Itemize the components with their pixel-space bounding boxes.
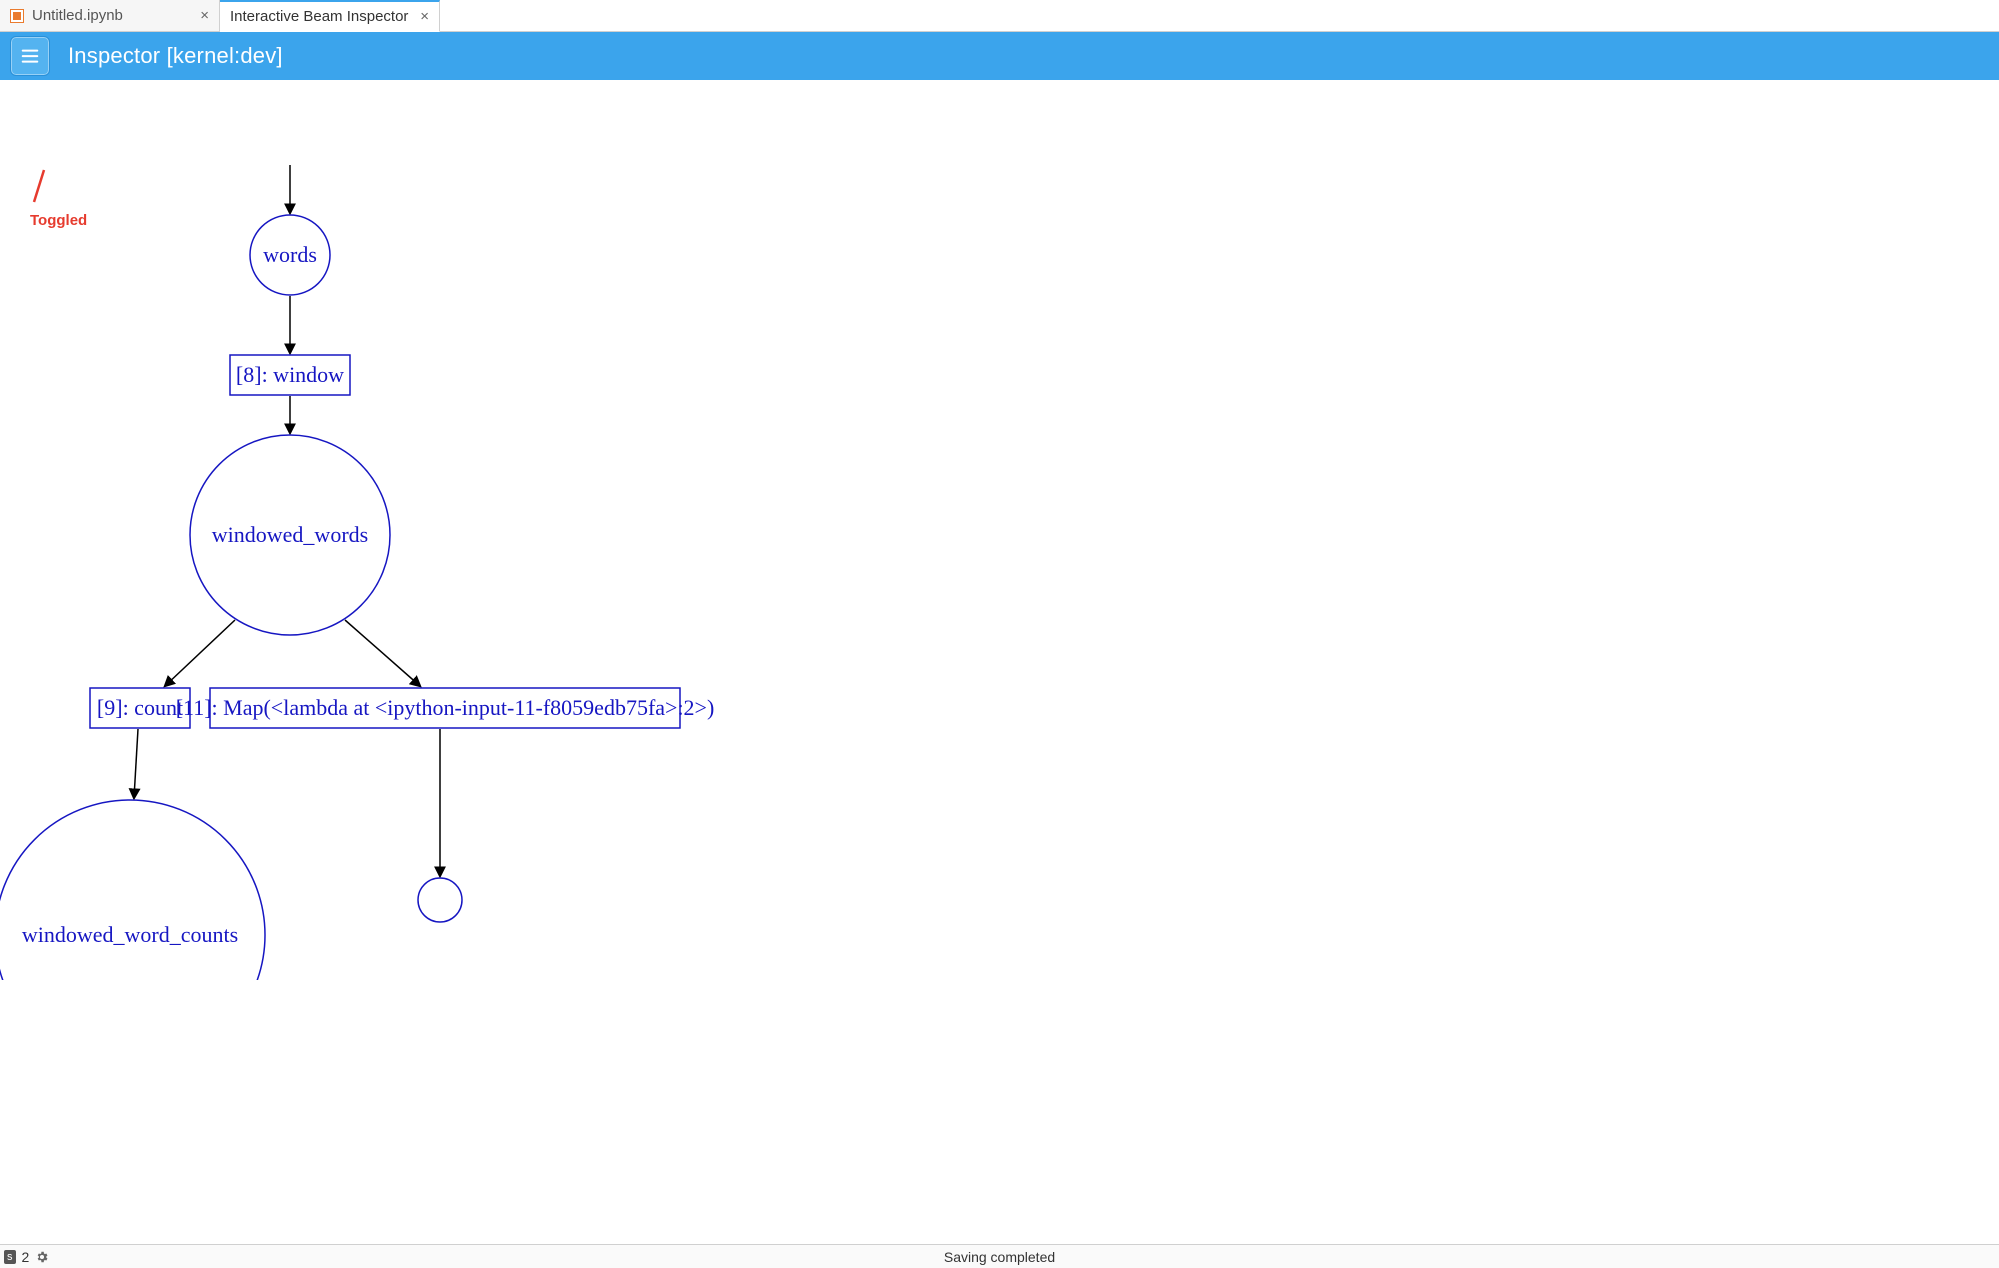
tab-untitled[interactable]: Untitled.ipynb × xyxy=(0,0,220,31)
graph-node-small[interactable] xyxy=(418,878,462,922)
status-bar: s 2 Saving completed xyxy=(0,1244,1999,1268)
graph-node-label: words xyxy=(263,242,317,267)
status-left: s 2 xyxy=(0,1249,49,1265)
hamburger-button[interactable] xyxy=(10,36,50,76)
graph-node-wwcounts[interactable]: windowed_word_counts xyxy=(0,800,265,980)
toolbar-title: Inspector [kernel:dev] xyxy=(68,43,283,69)
close-icon[interactable]: × xyxy=(190,8,209,23)
status-count: 2 xyxy=(22,1249,30,1265)
settings-icon[interactable] xyxy=(35,1250,49,1264)
close-icon[interactable]: × xyxy=(410,9,429,24)
tab-inspector[interactable]: Interactive Beam Inspector × xyxy=(220,0,440,32)
graph-node-label: [11]: Map(<lambda at <ipython-input-11-f… xyxy=(176,695,715,720)
menu-icon xyxy=(19,45,41,67)
graph-node-label: windowed_word_counts xyxy=(22,922,238,947)
tab-strip: Untitled.ipynb × Interactive Beam Inspec… xyxy=(0,0,1999,32)
inspector-toolbar: Inspector [kernel:dev] xyxy=(0,32,1999,80)
tab-label: Interactive Beam Inspector xyxy=(230,8,408,25)
graph-node-windowed_words[interactable]: windowed_words xyxy=(190,435,390,635)
graph-canvas[interactable]: Toggled words[8]: windowwindowed_words[9… xyxy=(0,80,1999,1244)
graph-node-words[interactable]: words xyxy=(250,215,330,295)
status-message: Saving completed xyxy=(944,1249,1055,1265)
graph-node-window[interactable]: [8]: window xyxy=(230,355,350,395)
graph-edge xyxy=(134,729,138,798)
graph-node-map[interactable]: [11]: Map(<lambda at <ipython-input-11-f… xyxy=(176,688,715,728)
pipeline-graph: words [8]: window windowed_words [9]: count… xyxy=(0,80,1999,1244)
graph-edge xyxy=(345,620,420,686)
graph-node-label: windowed_words xyxy=(212,522,368,547)
graph-edge xyxy=(165,620,235,686)
notebook-icon xyxy=(10,9,24,23)
graph-node-label: [8]: window xyxy=(236,362,344,387)
tab-label: Untitled.ipynb xyxy=(32,7,123,24)
graph-node-label: [9]: count xyxy=(97,695,183,720)
status-chip: s xyxy=(4,1250,16,1264)
